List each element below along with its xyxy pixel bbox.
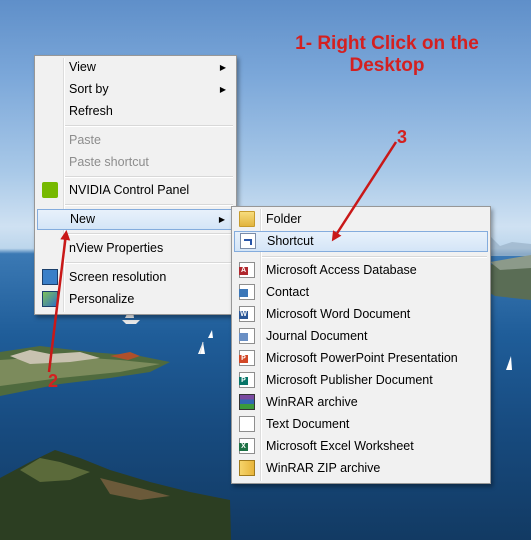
nvidia-icon (42, 182, 58, 198)
menu-separator (65, 125, 233, 127)
new-submenu: Folder Shortcut A Microsoft Access Datab… (231, 206, 491, 484)
submenu-item-access-database[interactable]: A Microsoft Access Database (234, 260, 488, 281)
menu-item-label: NVIDIA Control Panel (69, 183, 190, 197)
excel-icon: X (239, 438, 255, 454)
submenu-arrow-icon: ▶ (218, 215, 225, 224)
submenu-item-word-document[interactable]: W Microsoft Word Document (234, 304, 488, 325)
menu-item-label: Microsoft PowerPoint Presentation (266, 351, 458, 365)
text-document-icon (239, 416, 255, 432)
journal-icon (239, 328, 255, 344)
menu-item-refresh[interactable]: Refresh (37, 101, 234, 122)
menu-item-sort-by[interactable]: Sort by ▶ (37, 79, 234, 100)
shortcut-icon (240, 233, 256, 249)
menu-item-label: Shortcut (267, 234, 314, 248)
menu-item-label: Folder (266, 212, 302, 226)
monitor-icon (42, 269, 58, 285)
zip-icon (239, 460, 255, 476)
menu-item-nvidia-control-panel[interactable]: NVIDIA Control Panel (37, 180, 234, 201)
menu-separator (65, 262, 233, 264)
menu-item-label: Microsoft Access Database (266, 263, 417, 277)
publisher-icon: P (239, 372, 255, 388)
menu-item-label: WinRAR ZIP archive (266, 461, 381, 475)
step1-line1: 1- Right Click on the (295, 33, 479, 54)
menu-item-label: Microsoft Excel Worksheet (266, 439, 414, 453)
step3-annotation: 3 (397, 127, 408, 147)
menu-item-label: View (69, 60, 96, 74)
submenu-item-journal-document[interactable]: Journal Document (234, 326, 488, 347)
menu-item-label: Microsoft Word Document (266, 307, 411, 321)
submenu-item-contact[interactable]: Contact (234, 282, 488, 303)
menu-separator (65, 233, 233, 235)
menu-item-label: Journal Document (266, 329, 368, 343)
step1-annotation: 1- Right Click on the Desktop (262, 33, 512, 77)
submenu-item-text-document[interactable]: Text Document (234, 414, 488, 435)
menu-item-label: Paste (69, 133, 101, 147)
submenu-item-excel-worksheet[interactable]: X Microsoft Excel Worksheet (234, 436, 488, 457)
menu-separator (65, 176, 233, 178)
winrar-icon (239, 394, 255, 410)
menu-item-nview-properties[interactable]: nView Properties (37, 238, 234, 259)
step2-annotation: 2 (48, 371, 59, 391)
menu-item-label: Screen resolution (69, 270, 167, 284)
menu-item-view[interactable]: View ▶ (37, 57, 234, 78)
access-icon: A (239, 262, 255, 278)
menu-separator (262, 256, 487, 258)
folder-icon (239, 211, 255, 227)
menu-item-screen-resolution[interactable]: Screen resolution (37, 267, 234, 288)
word-icon: W (239, 306, 255, 322)
menu-item-label: Text Document (266, 417, 350, 431)
menu-item-label: Sort by (69, 82, 109, 96)
menu-item-label: WinRAR archive (266, 395, 358, 409)
menu-item-label: Microsoft Publisher Document (266, 373, 433, 387)
submenu-arrow-icon: ▶ (219, 63, 226, 72)
submenu-item-folder[interactable]: Folder (234, 209, 488, 230)
menu-item-label: Contact (266, 285, 310, 299)
menu-separator (65, 204, 233, 206)
submenu-item-powerpoint-presentation[interactable]: P Microsoft PowerPoint Presentation (234, 348, 488, 369)
menu-item-personalize[interactable]: Personalize (37, 289, 234, 310)
menu-item-new[interactable]: New ▶ (37, 209, 234, 230)
menu-item-label: nView Properties (69, 241, 164, 255)
personalize-icon (42, 291, 58, 307)
menu-item-label: Personalize (69, 292, 135, 306)
contact-icon (239, 284, 255, 300)
powerpoint-icon: P (239, 350, 255, 366)
menu-item-label: New (70, 212, 96, 226)
step1-line2: Desktop (349, 55, 425, 76)
submenu-item-winrar-zip-archive[interactable]: WinRAR ZIP archive (234, 458, 488, 479)
submenu-item-shortcut[interactable]: Shortcut (234, 231, 488, 252)
submenu-item-winrar-archive[interactable]: WinRAR archive (234, 392, 488, 413)
menu-item-paste[interactable]: Paste (37, 130, 234, 151)
menu-item-label: Refresh (69, 104, 113, 118)
menu-item-paste-shortcut[interactable]: Paste shortcut (37, 152, 234, 173)
submenu-arrow-icon: ▶ (219, 85, 226, 94)
menu-item-label: Paste shortcut (69, 155, 149, 169)
desktop-context-menu: View ▶ Sort by ▶ Refresh Paste Paste sho… (34, 55, 237, 315)
submenu-item-publisher-document[interactable]: P Microsoft Publisher Document (234, 370, 488, 391)
